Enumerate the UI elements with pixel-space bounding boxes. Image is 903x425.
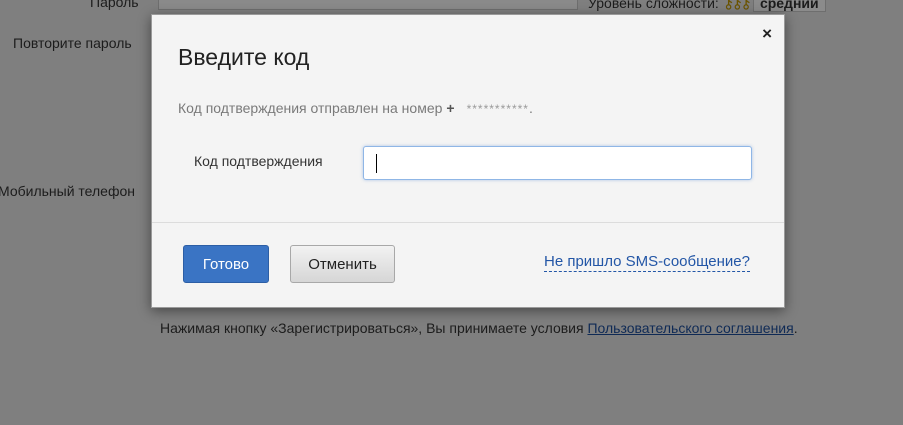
done-button[interactable]: Готово xyxy=(183,245,269,283)
text-caret xyxy=(376,154,377,173)
strength-label: Уровень сложности: xyxy=(588,0,719,11)
close-icon[interactable]: × xyxy=(762,25,772,42)
dialog-title: Введите код xyxy=(178,44,310,70)
code-dialog: × Введите код Код подтверждения отправле… xyxy=(151,14,785,308)
password-field xyxy=(158,0,578,10)
divider xyxy=(152,222,784,223)
terms-prefix: Нажимая кнопку «Зарегистрироваться», Вы … xyxy=(160,320,588,336)
repeat-password-label: Повторите пароль xyxy=(13,35,132,51)
terms-link[interactable]: Пользовательского соглашения xyxy=(587,320,793,336)
strength-value: средний xyxy=(752,0,826,12)
password-label: Пароль xyxy=(90,0,139,10)
key-icon: ⚷⚷⚷ xyxy=(722,0,752,12)
sms-not-received-link[interactable]: Не пришло SMS-сообщение? xyxy=(544,253,750,272)
code-sent-notice: Код подтверждения отправлен на номер + ***… xyxy=(178,100,533,116)
notice-plus: + xyxy=(446,100,455,116)
masked-phone: *********** xyxy=(466,102,529,116)
code-label: Код подтверждения xyxy=(194,153,323,169)
notice-end: . xyxy=(528,100,533,116)
terms-end: . xyxy=(793,320,798,336)
password-strength: Уровень сложности: ⚷⚷⚷ средний xyxy=(588,0,826,13)
terms-text: Нажимая кнопку «Зарегистрироваться», Вы … xyxy=(160,320,798,336)
cancel-button[interactable]: Отменить xyxy=(290,245,395,283)
code-input[interactable] xyxy=(363,146,752,180)
notice-text: Код подтверждения отправлен на номер xyxy=(178,100,443,116)
phone-label: Мобильный телефон xyxy=(0,183,135,199)
